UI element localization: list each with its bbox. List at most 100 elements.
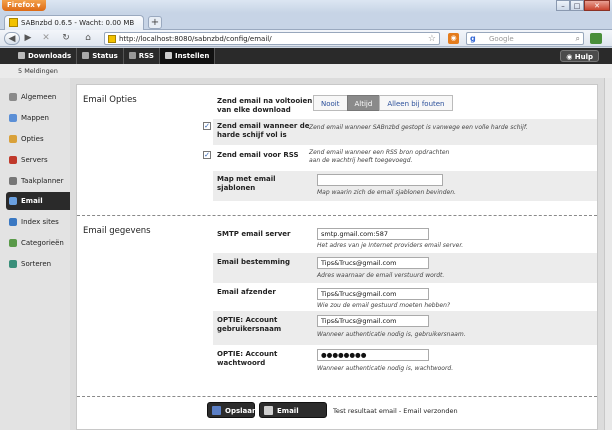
help-button[interactable]: ◉ Hulp [560, 50, 599, 62]
categories-icon [9, 239, 17, 247]
reload-icon[interactable]: ↻ [60, 32, 72, 45]
home-icon[interactable]: ⌂ [82, 32, 94, 45]
email-to-input[interactable] [317, 257, 429, 269]
site-favicon-icon [108, 35, 116, 43]
status-icon [82, 52, 90, 59]
search-input[interactable]: g Google ⌕ [466, 32, 584, 45]
rss-icon [128, 52, 136, 59]
rss-feed-icon[interactable]: ◉ [448, 33, 459, 44]
url-text: http://localhost:8080/sabnzbd/config/ema… [119, 35, 272, 43]
save-disk-icon [212, 406, 221, 415]
save-label: Opslaan [225, 407, 257, 415]
sidebar-item-categorieen[interactable]: Categorieën [6, 234, 70, 252]
sidebar-item-label: Email [21, 197, 43, 205]
email-config-panel: Email Opties Zend email na voltooien van… [76, 84, 598, 430]
new-tab-button[interactable]: + [148, 16, 162, 29]
maximize-icon[interactable]: □ [570, 0, 584, 11]
sidebar-item-label: Categorieën [21, 239, 64, 247]
sidebar-item-algemeen[interactable]: Algemeen [6, 88, 70, 106]
sort-icon [9, 260, 17, 268]
menu-status[interactable]: Status [77, 48, 124, 64]
google-engine-icon[interactable]: g [470, 33, 476, 45]
setting-send-on-complete: Zend email na voltooien van elke downloa… [213, 91, 597, 119]
test-email-button[interactable]: Email testen [259, 402, 327, 430]
menu-instellen[interactable]: Instellen [159, 48, 216, 64]
tab-title: SABnzbd 0.6.5 - Wacht: 0.00 MB [21, 19, 135, 27]
tools-icon [9, 156, 17, 164]
sidebar-item-label: Taakplanner [21, 177, 64, 185]
firefox-menu-label: Firefox [7, 1, 35, 9]
email-to-description: Adres waarnaar de email verstuurd wordt. [317, 272, 445, 279]
account-user-input[interactable] [317, 315, 429, 327]
setting-account-password: OPTIE: Account wachtwoord ●●●●●●●● Wanne… [213, 345, 597, 377]
email-test-icon [264, 406, 273, 415]
save-button[interactable]: Opslaan [207, 402, 257, 418]
wrench-icon [164, 52, 172, 59]
template-dir-description: Map waarin zich de email sjablonen bevin… [317, 189, 456, 196]
option-alleen-bij-fouten[interactable]: Alleen bij fouten [379, 95, 453, 111]
notifications-link[interactable]: 5 Meldingen [18, 64, 58, 78]
sidebar-item-taakplanner[interactable]: Taakplanner [6, 172, 70, 190]
email-from-input[interactable] [317, 288, 429, 300]
url-input[interactable]: http://localhost:8080/sabnzbd/config/ema… [104, 32, 440, 45]
sidebar-item-sorteren[interactable]: Sorteren [6, 255, 70, 273]
sidebar-item-email[interactable]: Email [6, 192, 70, 210]
rss-checkbox[interactable]: ✓ [203, 151, 211, 159]
disk-full-label: Zend email wanneer de harde schijf vol i… [217, 122, 310, 139]
setting-email-from: Email afzender Wie zou de email gestuurd… [213, 283, 597, 311]
navigation-bar: ◀ ▶ ✕ ↻ ⌂ http://localhost:8080/sabnzbd/… [0, 30, 612, 47]
addon-icon[interactable] [590, 33, 602, 44]
send-on-complete-label: Zend email na voltooien van elke downloa… [217, 97, 313, 114]
index-sites-icon [9, 218, 17, 226]
help-icon: ◉ [566, 53, 575, 61]
minimize-icon[interactable]: – [556, 0, 570, 11]
test-result-text: Test resultaat email - Email verzonden [333, 407, 458, 415]
account-password-description: Wanneer authenticatie nodig is, wachtwoo… [317, 365, 454, 372]
option-altijd[interactable]: Altijd [346, 95, 381, 111]
sidebar-item-mappen[interactable]: Mappen [6, 109, 70, 127]
downloads-icon [18, 52, 25, 59]
search-icon[interactable]: ⌕ [576, 33, 580, 45]
sidebar-item-servers[interactable]: Servers [6, 151, 70, 169]
smtp-description: Het adres van je Internet providers emai… [317, 242, 464, 249]
menu-downloads-label: Downloads [28, 52, 72, 60]
menu-rss[interactable]: RSS [124, 48, 160, 64]
search-placeholder: Google [489, 35, 514, 43]
setting-disk-full: ✓ Zend email wanneer de harde schijf vol… [203, 119, 597, 145]
sidebar-item-label: Servers [21, 156, 48, 164]
stop-icon[interactable]: ✕ [40, 32, 52, 45]
window-controls: – □ ✕ [556, 0, 610, 11]
rss-label: Zend email voor RSS [217, 151, 299, 159]
help-label: Hulp [574, 53, 593, 61]
section-divider [77, 215, 597, 216]
sidebar-item-opties[interactable]: Opties [6, 130, 70, 148]
main-content: Email Opties Zend email na voltooien van… [70, 78, 604, 430]
option-nooit[interactable]: Nooit [313, 95, 348, 111]
disk-full-checkbox[interactable]: ✓ [203, 122, 211, 130]
sidebar-item-label: Opties [21, 135, 44, 143]
menu-downloads[interactable]: Downloads [13, 48, 78, 64]
email-icon [9, 197, 17, 205]
disk-full-description: Zend email wanneer SABnzbd gestopt is va… [309, 124, 528, 131]
rss-description-line-2: aan de wachtrij heeft toegevoegd. [309, 157, 413, 164]
menu-status-label: Status [92, 52, 118, 60]
main-menu: Downloads Status RSS Instellen [13, 48, 216, 64]
forward-arrow-icon[interactable]: ▶ [21, 32, 35, 45]
account-password-input[interactable]: ●●●●●●●● [317, 349, 429, 361]
firefox-menu-button[interactable]: Firefox ▼ [2, 0, 46, 11]
sidebar-item-label: Sorteren [21, 260, 52, 268]
chevron-down-icon: ▼ [36, 3, 41, 9]
page-scrollbar[interactable] [604, 78, 612, 430]
browser-tab[interactable]: SABnzbd 0.6.5 - Wacht: 0.00 MB [4, 15, 144, 30]
sidebar-item-label: Algemeen [21, 93, 57, 101]
close-icon[interactable]: ✕ [584, 0, 610, 11]
smtp-input[interactable] [317, 228, 429, 240]
template-dir-input[interactable] [317, 174, 443, 186]
sidebar-item-index-sites[interactable]: Index sites [6, 213, 70, 231]
section-divider [77, 396, 597, 397]
back-arrow-icon[interactable]: ◀ [4, 32, 20, 45]
smtp-label: SMTP email server [217, 230, 291, 238]
menu-rss-label: RSS [138, 52, 154, 60]
email-to-label: Email bestemming [217, 258, 291, 266]
bookmark-star-icon[interactable]: ☆ [428, 33, 436, 45]
